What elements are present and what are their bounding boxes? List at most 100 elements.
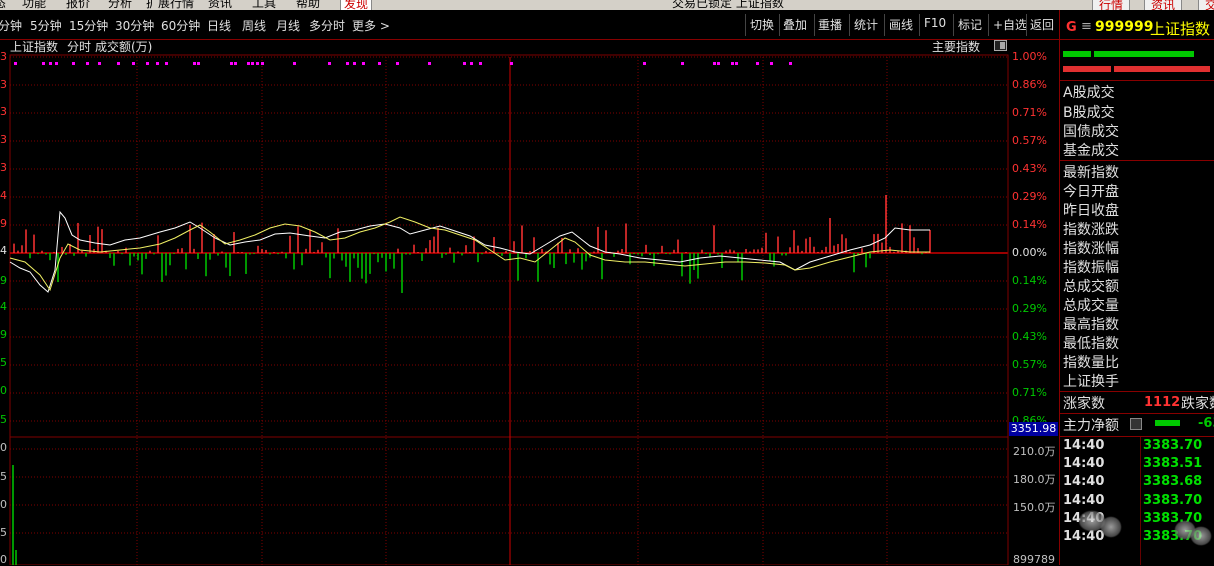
event-marker xyxy=(156,62,159,65)
index-stat-label: 指数涨跌 xyxy=(1063,222,1119,238)
fund-turnover-label: 基金成交 xyxy=(1063,143,1119,159)
event-marker xyxy=(346,62,349,65)
advancers-label: 涨家数 xyxy=(1063,396,1105,412)
tick-time: 14:40 xyxy=(1063,474,1105,490)
change-bars xyxy=(13,195,931,293)
panel-divider xyxy=(1060,80,1214,81)
index-stat-label: 最高指数 xyxy=(1063,317,1119,333)
event-marker xyxy=(251,62,254,65)
volume-axis-label: 899789 xyxy=(1013,553,1055,566)
index-stat-label: 最新指数 xyxy=(1063,165,1119,181)
event-marker xyxy=(463,62,466,65)
percent-label: 0.57% xyxy=(1012,358,1047,371)
event-marker xyxy=(378,62,381,65)
event-marker xyxy=(353,62,356,65)
percent-label: 1.00% xyxy=(1012,50,1047,63)
left-axis-label: 0 xyxy=(0,384,7,397)
menu-icon[interactable]: ≡ xyxy=(1081,19,1092,34)
panel-divider xyxy=(1060,160,1214,161)
breadth-bar-up xyxy=(1094,51,1194,57)
event-marker xyxy=(146,62,149,65)
breadth-bar-down xyxy=(1063,66,1111,72)
a-share-turnover-label: A股成交 xyxy=(1063,85,1115,101)
event-marker xyxy=(132,62,135,65)
event-marker xyxy=(14,62,17,65)
left-axis-label: 9 xyxy=(0,217,7,230)
event-marker xyxy=(72,62,75,65)
event-marker xyxy=(165,62,168,65)
index-stat-label: 总成交额 xyxy=(1063,279,1119,295)
left-axis-label: 4 xyxy=(0,244,7,257)
index-name: 上证指数 xyxy=(1150,20,1211,38)
event-marker xyxy=(789,62,792,65)
left-axis-label: 9 xyxy=(0,328,7,341)
percent-label: 0.29% xyxy=(1012,190,1047,203)
breadth-bar-down xyxy=(1114,66,1210,72)
index-stat-label: 指数量比 xyxy=(1063,355,1119,371)
percent-label: 0.86% xyxy=(1012,78,1047,91)
event-marker xyxy=(98,62,101,65)
event-marker xyxy=(362,62,365,65)
index-code: 999999 xyxy=(1095,19,1154,35)
event-marker xyxy=(230,62,233,65)
panel-divider xyxy=(1059,10,1060,565)
left-axis-label: 5 xyxy=(0,413,7,426)
net-flow-bar xyxy=(1155,420,1180,426)
decliners-label: 跌家数 xyxy=(1181,396,1214,412)
event-marker xyxy=(643,62,646,65)
panel-divider xyxy=(1060,391,1214,392)
index-stat-label: 总成交量 xyxy=(1063,298,1119,314)
event-marker xyxy=(117,62,120,65)
event-marker xyxy=(42,62,45,65)
event-marker xyxy=(256,62,259,65)
event-marker xyxy=(510,62,513,65)
tick-price: 3383.70 xyxy=(1143,438,1203,453)
tick-time: 14:40 xyxy=(1063,492,1105,508)
event-marker xyxy=(731,62,734,65)
b-share-turnover-label: B股成交 xyxy=(1063,105,1115,121)
chart-grid xyxy=(9,54,1009,565)
event-marker xyxy=(717,62,720,65)
left-axis-label: 0 xyxy=(0,553,7,566)
event-marker xyxy=(756,62,759,65)
event-marker xyxy=(234,62,237,65)
panel-divider xyxy=(1060,436,1214,437)
event-marker xyxy=(713,62,716,65)
advancers-count: 1112 xyxy=(1144,395,1181,410)
percent-label: 0.57% xyxy=(1012,134,1047,147)
event-marker xyxy=(197,62,200,65)
volume-area xyxy=(12,465,17,565)
percent-label: 0.71% xyxy=(1012,106,1047,119)
index-stat-label: 上证换手 xyxy=(1063,374,1119,390)
index-stat-label: 昨日收盘 xyxy=(1063,203,1119,219)
percent-label: 0.29% xyxy=(1012,302,1047,315)
left-axis-label: 5 xyxy=(0,356,7,369)
volume-axis-label: 180.0万 xyxy=(1013,473,1056,486)
tick-column-divider xyxy=(1140,437,1141,565)
current-price-tag: 3351.98 xyxy=(1009,422,1058,436)
event-marker xyxy=(293,62,296,65)
index-stat-label: 指数涨幅 xyxy=(1063,241,1119,257)
event-marker xyxy=(470,62,473,65)
left-axis-label: 0 xyxy=(0,498,7,511)
event-marker xyxy=(479,62,482,65)
left-axis-label: 4 xyxy=(0,189,7,202)
main-net-label: 主力净额 xyxy=(1063,418,1119,434)
left-axis-label: 3 xyxy=(0,105,7,118)
panel-divider xyxy=(1060,413,1214,414)
event-marker xyxy=(86,62,89,65)
main-net-value: -63 xyxy=(1198,416,1214,431)
list-icon[interactable] xyxy=(1130,418,1142,430)
left-axis-label: 0 xyxy=(0,441,7,454)
event-marker xyxy=(681,62,684,65)
bond-turnover-label: 国债成交 xyxy=(1063,124,1119,140)
tick-price: 3383.68 xyxy=(1143,474,1203,490)
index-stat-label: 指数振幅 xyxy=(1063,260,1119,276)
left-axis-label: 9 xyxy=(0,274,7,287)
tick-time: 14:40 xyxy=(1063,438,1105,453)
percent-label: 0.14% xyxy=(1012,218,1047,231)
left-axis-label: 4 xyxy=(0,300,7,313)
event-marker xyxy=(770,62,773,65)
left-axis-label: 5 xyxy=(0,470,7,483)
event-marker xyxy=(735,62,738,65)
